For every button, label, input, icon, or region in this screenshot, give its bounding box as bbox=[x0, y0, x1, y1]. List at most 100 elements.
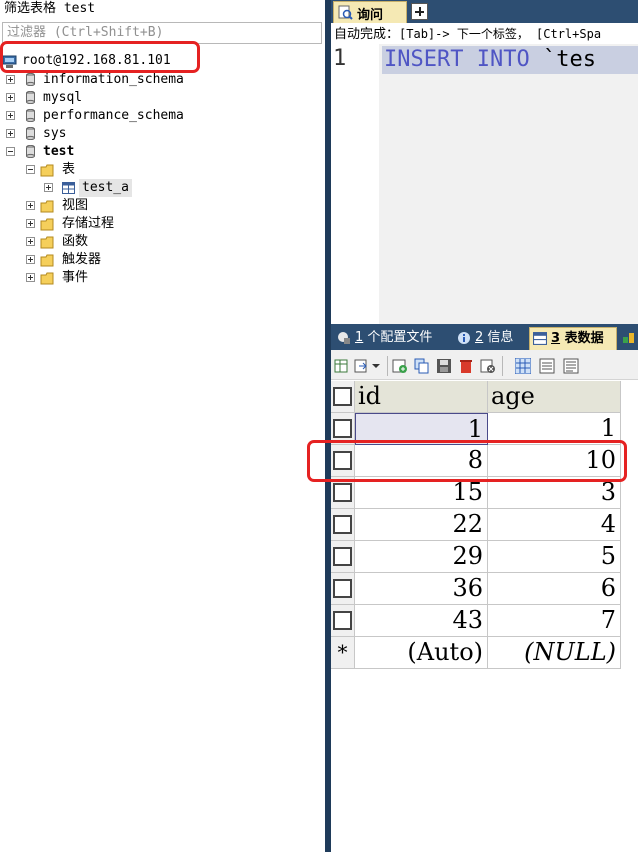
cell-id[interactable]: 8 bbox=[355, 445, 488, 477]
cell-id[interactable]: 15 bbox=[355, 477, 488, 509]
code-line[interactable]: INSERT INTO `tes bbox=[382, 46, 638, 74]
tree-folder-tables[interactable]: 表 bbox=[26, 161, 176, 179]
tree-db-test[interactable]: test bbox=[6, 143, 206, 161]
expand-icon[interactable] bbox=[26, 237, 35, 246]
cell-id[interactable]: 43 bbox=[355, 605, 488, 637]
expand-icon[interactable] bbox=[6, 111, 15, 120]
row-checkbox-cell[interactable] bbox=[331, 413, 355, 445]
expand-icon[interactable] bbox=[26, 273, 35, 282]
tree-table-test-a[interactable]: test_a bbox=[44, 179, 144, 197]
more-tabs-icon[interactable] bbox=[622, 331, 636, 345]
folder-icon bbox=[40, 254, 54, 267]
expand-icon[interactable] bbox=[6, 75, 15, 84]
cell-id[interactable]: 29 bbox=[355, 541, 488, 573]
delete-icon[interactable] bbox=[458, 358, 474, 374]
row-checkbox-cell[interactable] bbox=[331, 509, 355, 541]
cell-age[interactable]: 5 bbox=[488, 541, 621, 573]
export-icon[interactable] bbox=[354, 358, 370, 374]
table-label: test_a bbox=[79, 179, 132, 197]
sql-keyword: INSERT bbox=[384, 47, 464, 72]
cell-id[interactable]: 1 bbox=[355, 413, 488, 445]
profile-icon bbox=[338, 332, 350, 344]
row-checkbox[interactable] bbox=[333, 515, 352, 534]
cell-id[interactable]: 22 bbox=[355, 509, 488, 541]
row-checkbox-cell[interactable] bbox=[331, 541, 355, 573]
database-icon bbox=[26, 73, 35, 86]
insert-row-icon[interactable] bbox=[392, 358, 408, 374]
save-icon[interactable] bbox=[436, 358, 452, 374]
cell-age[interactable]: 7 bbox=[488, 605, 621, 637]
connection-label: root@192.168.81.101 bbox=[22, 53, 171, 68]
row-checkbox[interactable] bbox=[333, 419, 352, 438]
folder-label: 存储过程 bbox=[62, 216, 115, 231]
expand-icon[interactable] bbox=[44, 183, 53, 192]
tree-folder-procedures[interactable]: 存储过程 bbox=[26, 215, 176, 233]
grid-add-icon[interactable] bbox=[334, 358, 350, 374]
cell-age[interactable]: 6 bbox=[488, 573, 621, 605]
tree-db-performance-schema[interactable]: performance_schema bbox=[6, 107, 206, 125]
folder-icon bbox=[40, 200, 54, 213]
row-checkbox[interactable] bbox=[333, 483, 352, 502]
tree-db-mysql[interactable]: mysql bbox=[6, 89, 206, 107]
autocomplete-label: 自动完成： bbox=[334, 27, 400, 42]
duplicate-row-icon[interactable] bbox=[414, 358, 430, 374]
connection-node[interactable]: root@192.168.81.101 bbox=[2, 52, 192, 70]
select-all-checkbox-cell[interactable] bbox=[331, 381, 355, 413]
line-gutter: 1 bbox=[331, 44, 379, 324]
autocomplete-keys: [Tab]-> 下一个标签， [Ctrl+Spa bbox=[399, 27, 602, 41]
row-checkbox-cell[interactable] bbox=[331, 573, 355, 605]
text-view-icon[interactable] bbox=[563, 358, 579, 374]
cell-age[interactable]: 1 bbox=[488, 413, 621, 445]
new-tab-button[interactable] bbox=[411, 3, 428, 20]
row-checkbox[interactable] bbox=[333, 547, 352, 566]
sql-editor[interactable]: 1 INSERT INTO `tes bbox=[331, 44, 638, 324]
tab-profile[interactable]: 1 个配置文件 bbox=[335, 327, 453, 350]
tab-table-data-num: 3 bbox=[551, 331, 561, 346]
db-label: mysql bbox=[43, 90, 83, 105]
tab-query[interactable]: 询问 bbox=[333, 1, 407, 23]
cell-age[interactable]: 3 bbox=[488, 477, 621, 509]
cell-age[interactable]: 10 bbox=[488, 445, 621, 477]
expand-icon[interactable] bbox=[26, 219, 35, 228]
folder-label: 函数 bbox=[62, 234, 89, 249]
collapse-icon[interactable] bbox=[6, 147, 15, 156]
row-checkbox[interactable] bbox=[333, 451, 352, 470]
cell-id-new[interactable]: (Auto) bbox=[355, 637, 488, 669]
cell-age[interactable]: 4 bbox=[488, 509, 621, 541]
row-checkbox-cell[interactable] bbox=[331, 605, 355, 637]
expand-icon[interactable] bbox=[26, 201, 35, 210]
tab-table-data-label: 表数据 bbox=[564, 331, 604, 346]
line-number: 1 bbox=[333, 46, 347, 71]
collapse-icon[interactable] bbox=[26, 165, 35, 174]
column-header-age[interactable]: age bbox=[488, 381, 621, 413]
tree-folder-views[interactable]: 视图 bbox=[26, 197, 176, 215]
filter-input[interactable]: 过滤器 (Ctrl+Shift+B) bbox=[2, 22, 322, 44]
tree-folder-functions[interactable]: 函数 bbox=[26, 233, 176, 251]
dropdown-arrow-icon[interactable] bbox=[371, 358, 381, 374]
tree-folder-events[interactable]: 事件 bbox=[26, 269, 176, 287]
expand-icon[interactable] bbox=[6, 129, 15, 138]
tree-db-sys[interactable]: sys bbox=[6, 125, 206, 143]
expand-icon[interactable] bbox=[26, 255, 35, 264]
toolbar-separator bbox=[387, 356, 388, 376]
tab-profile-label: 个配置文件 bbox=[367, 330, 433, 345]
editor-area[interactable] bbox=[379, 44, 638, 324]
select-all-checkbox[interactable] bbox=[333, 387, 352, 406]
cell-age-new[interactable]: (NULL) bbox=[488, 637, 621, 669]
cell-id[interactable]: 36 bbox=[355, 573, 488, 605]
grid-view-icon[interactable] bbox=[515, 358, 531, 374]
object-browser: 筛选表格 test 过滤器 (Ctrl+Shift+B) root@192.16… bbox=[0, 0, 325, 852]
discard-icon[interactable] bbox=[480, 358, 496, 374]
tree-folder-triggers[interactable]: 触发器 bbox=[26, 251, 176, 269]
row-checkbox-cell[interactable] bbox=[331, 477, 355, 509]
tree-db-information-schema[interactable]: information_schema bbox=[6, 71, 206, 89]
tab-info[interactable]: 2 信息 bbox=[455, 327, 527, 350]
row-checkbox[interactable] bbox=[333, 611, 352, 630]
row-checkbox-cell[interactable] bbox=[331, 445, 355, 477]
form-view-icon[interactable] bbox=[539, 358, 555, 374]
tab-table-data[interactable]: 3 表数据 bbox=[529, 327, 617, 350]
row-checkbox[interactable] bbox=[333, 579, 352, 598]
folder-icon bbox=[40, 164, 54, 177]
column-header-id[interactable]: id bbox=[355, 381, 488, 413]
expand-icon[interactable] bbox=[6, 93, 15, 102]
